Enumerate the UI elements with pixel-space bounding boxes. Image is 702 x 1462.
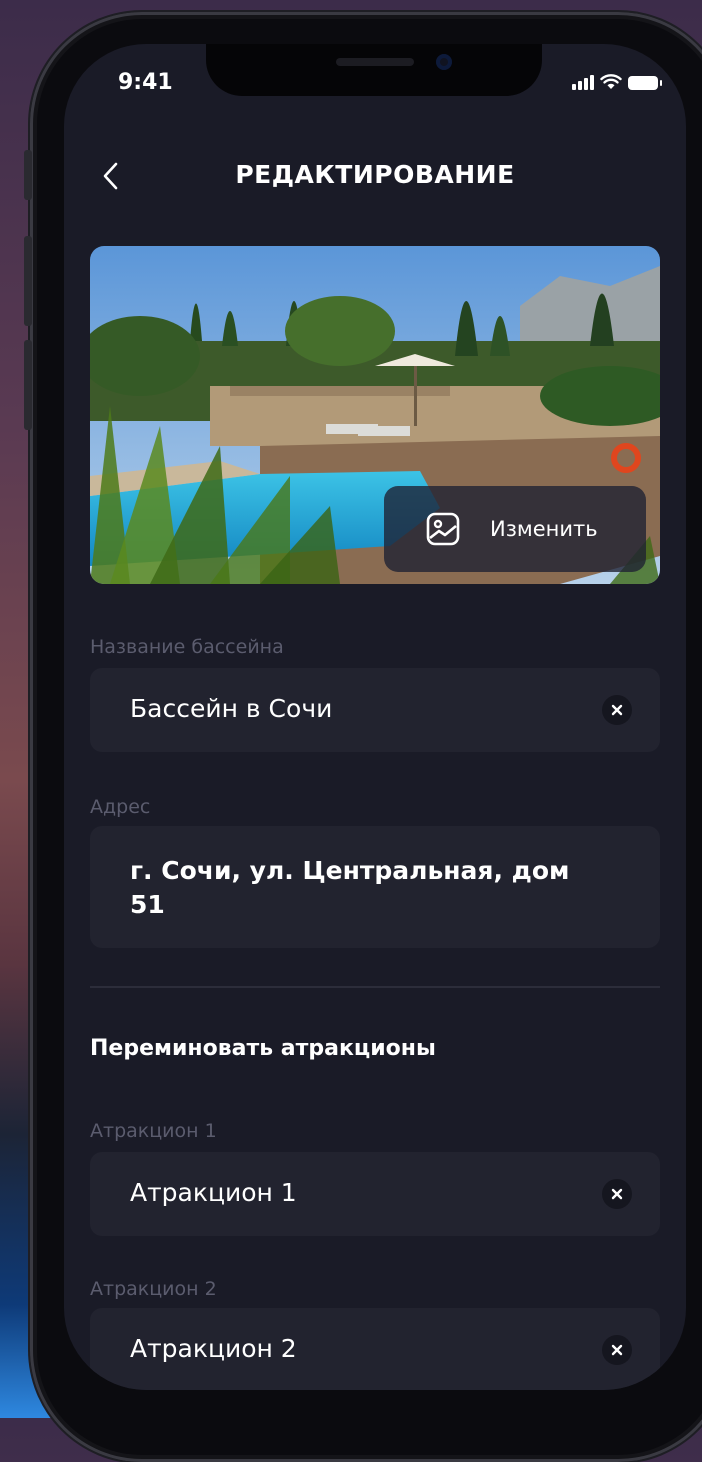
volume-down-button	[24, 340, 32, 430]
pool-name-label: Название бассейна	[90, 636, 284, 658]
address-value: г. Сочи, ул. Центральная, дом 51	[130, 854, 569, 922]
page-title: РЕДАКТИРОВАНИЕ	[235, 160, 515, 189]
section-divider	[90, 986, 660, 988]
wifi-icon	[600, 74, 622, 89]
notch	[206, 44, 542, 96]
attraction-2-label: Атракцион 2	[90, 1278, 217, 1300]
pool-name-value: Бассейн в Сочи	[130, 694, 333, 723]
signal-icon	[572, 75, 594, 90]
pool-name-field[interactable]: Бассейн в Сочи	[90, 668, 660, 752]
speaker-grille	[336, 58, 414, 66]
attraction-1-label: Атракцион 1	[90, 1120, 217, 1142]
attraction-2-field[interactable]: Атракцион 2	[90, 1308, 660, 1390]
address-line-1: г. Сочи, ул. Центральная, дом	[130, 856, 570, 885]
image-icon	[426, 512, 460, 546]
clear-attraction-2-button[interactable]	[602, 1335, 632, 1365]
attraction-1-value: Атракцион 1	[130, 1178, 297, 1207]
attraction-1-field[interactable]: Атракцион 1	[90, 1152, 660, 1236]
address-line-2: 51	[130, 890, 165, 919]
status-time: 9:41	[118, 70, 173, 95]
close-icon	[611, 1188, 623, 1200]
front-camera	[436, 54, 452, 70]
address-label: Адрес	[90, 796, 151, 818]
clear-attraction-1-button[interactable]	[602, 1179, 632, 1209]
app-screen: 9:41 РЕДАКТИРОВАНИЕ Изменить Название ба…	[64, 44, 686, 1390]
change-photo-label: Изменить	[490, 517, 598, 541]
close-icon	[611, 704, 623, 716]
change-photo-button[interactable]: Изменить	[384, 486, 646, 572]
mute-switch	[24, 150, 32, 200]
battery-icon	[628, 76, 662, 90]
address-field[interactable]: г. Сочи, ул. Центральная, дом 51	[90, 826, 660, 948]
attractions-section-title: Переминовать атракционы	[90, 1036, 436, 1061]
attraction-2-value: Атракцион 2	[130, 1334, 297, 1363]
clear-pool-name-button[interactable]	[602, 695, 632, 725]
status-icons	[572, 74, 662, 90]
close-icon	[611, 1344, 623, 1356]
volume-up-button	[24, 236, 32, 326]
